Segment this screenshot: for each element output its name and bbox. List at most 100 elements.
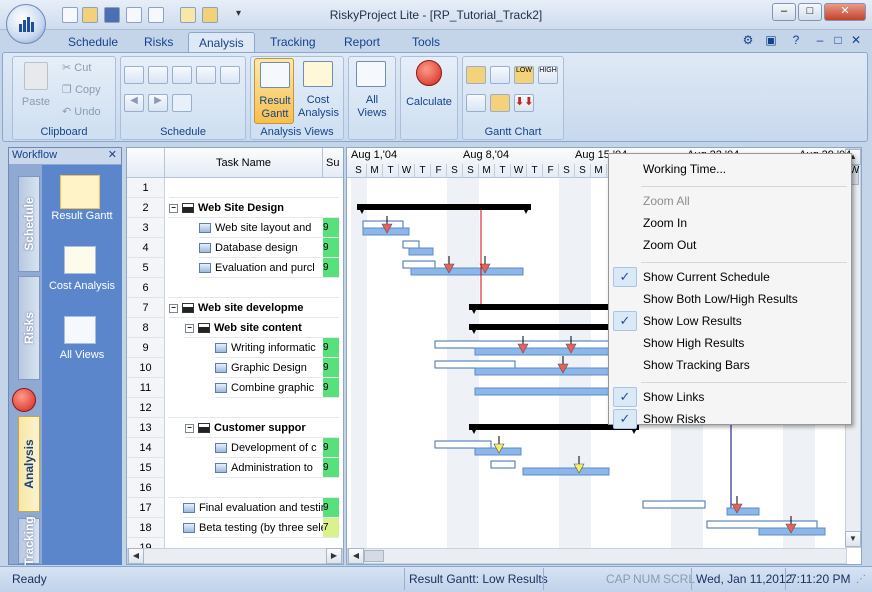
resize-grip-icon[interactable]: ⋰	[856, 574, 868, 586]
collapse-icon[interactable]: −	[185, 423, 194, 433]
task-name-cell[interactable]: Database design	[199, 238, 323, 258]
row-number[interactable]: 14	[127, 438, 165, 458]
row-number[interactable]: 8	[127, 318, 165, 338]
row-number[interactable]: 3	[127, 218, 165, 238]
task-name-header[interactable]: Task Name	[165, 148, 323, 178]
menu-item-show-tracking-bars[interactable]: Show Tracking Bars	[643, 358, 750, 372]
successor-cell[interactable]: 9	[323, 258, 339, 278]
row-number[interactable]: 4	[127, 238, 165, 258]
gantt-bars-icon[interactable]	[466, 66, 486, 84]
successor-cell[interactable]	[323, 298, 339, 318]
menu-item-zoom-in[interactable]: Zoom In	[643, 216, 687, 230]
task-name-cell[interactable]: Web site layout and	[199, 218, 323, 238]
grid-scroll-left[interactable]: ◀	[128, 548, 144, 564]
outdent-icon[interactable]	[148, 66, 168, 84]
undo-button[interactable]: ↶ Undo	[62, 105, 101, 119]
gantt-scroll-thumb[interactable]	[364, 550, 384, 562]
workflow-item-all-views[interactable]: All Views	[42, 349, 122, 362]
gantt-scroll-down[interactable]: ▼	[845, 531, 861, 547]
menu-item-show-low-results[interactable]: Show Low Results	[643, 314, 742, 328]
unlink-tasks-icon[interactable]	[196, 66, 216, 84]
task-name-cell[interactable]: Writing informatic	[215, 338, 323, 358]
successor-cell[interactable]	[323, 178, 339, 198]
workflow-cost-analysis-icon[interactable]	[64, 246, 96, 274]
task-name-cell[interactable]: Development of c	[215, 438, 323, 458]
successor-cell[interactable]: 7	[323, 518, 339, 538]
cost-analysis-button[interactable]: Cost Analysis	[298, 58, 339, 124]
minimize-button[interactable]: –	[772, 3, 796, 21]
task-info-icon[interactable]	[172, 94, 192, 112]
workflow-tab-schedule[interactable]: Schedule	[18, 176, 40, 272]
grid-hscrollbar[interactable]: ◀ ▶	[127, 548, 343, 564]
task-name-cell[interactable]: Combine graphic	[215, 378, 323, 398]
successor-cell[interactable]: 9	[323, 338, 339, 358]
menu-item-show-risks[interactable]: Show Risks	[643, 412, 706, 426]
successor-cell[interactable]: 9	[323, 498, 339, 518]
task-name-cell[interactable]	[169, 478, 323, 498]
row-number[interactable]: 11	[127, 378, 165, 398]
close-button[interactable]: ✕	[824, 3, 866, 21]
copy-button[interactable]: ❐ Copy	[62, 83, 101, 97]
tab-tracking[interactable]: Tracking	[260, 32, 326, 52]
doc-minimize-icon[interactable]: –	[812, 33, 828, 49]
row-number[interactable]: 13	[127, 418, 165, 438]
row-number[interactable]: 7	[127, 298, 165, 318]
successors-header[interactable]: Su	[323, 148, 343, 178]
task-name-cell[interactable]: − Web site developme	[169, 298, 323, 318]
task-name-cell[interactable]: Beta testing (by three sele	[183, 518, 323, 538]
task-name-cell[interactable]: Final evaluation and testing	[183, 498, 323, 518]
gantt-risks-icon[interactable]	[490, 66, 510, 84]
show-risks-icon[interactable]: ⬇⬇	[514, 94, 534, 112]
workflow-item-cost-analysis[interactable]: Cost Analysis	[42, 280, 122, 308]
tracking-bars-icon[interactable]	[466, 94, 486, 112]
options-icon[interactable]: ⚙	[740, 33, 756, 49]
indent-icon[interactable]	[124, 66, 144, 84]
calculate-button[interactable]: Calculate	[402, 58, 456, 124]
grid-scroll-right[interactable]: ▶	[326, 548, 342, 564]
row-number[interactable]: 16	[127, 478, 165, 498]
menu-item-show-high-results[interactable]: Show High Results	[643, 336, 744, 350]
row-number[interactable]: 17	[127, 498, 165, 518]
task-name-cell[interactable]: Graphic Design	[215, 358, 323, 378]
successor-cell[interactable]: 9	[323, 438, 339, 458]
doc-close-icon[interactable]: ✕	[848, 33, 864, 49]
task-name-cell[interactable]: Evaluation and purcl	[199, 258, 323, 278]
row-number[interactable]: 12	[127, 398, 165, 418]
task-name-cell[interactable]: Administration to	[215, 458, 323, 478]
help-icon[interactable]: ?	[788, 33, 804, 49]
successor-cell[interactable]: 9	[323, 378, 339, 398]
successor-cell[interactable]: 9	[323, 218, 339, 238]
row-number[interactable]: 10	[127, 358, 165, 378]
tab-tools[interactable]: Tools	[402, 32, 450, 52]
workflow-item-result-gantt[interactable]: Result Gantt	[42, 210, 122, 223]
show-links-icon[interactable]	[490, 94, 510, 112]
menu-item-working-time[interactable]: Working Time...	[643, 162, 726, 176]
workflow-all-views-icon[interactable]	[64, 316, 96, 344]
collapse-icon[interactable]: −	[169, 203, 178, 213]
successor-cell[interactable]: 9	[323, 358, 339, 378]
workflow-result-gantt-icon[interactable]	[60, 175, 100, 209]
row-number[interactable]: 1	[127, 178, 165, 198]
high-results-icon[interactable]: HIGH	[538, 66, 558, 84]
workflow-tab-tracking[interactable]: Tracking	[18, 516, 40, 566]
paste-button[interactable]: Paste	[20, 60, 52, 112]
tab-analysis[interactable]: Analysis	[188, 32, 255, 52]
task-name-cell[interactable]: − Customer suppor	[185, 418, 323, 438]
split-task-icon[interactable]	[220, 66, 240, 84]
cut-button[interactable]: ✂ Cut	[62, 61, 91, 75]
successor-cell[interactable]	[323, 478, 339, 498]
link-tasks-icon[interactable]	[172, 66, 192, 84]
gantt-hscrollbar[interactable]: ◀	[347, 548, 847, 564]
menu-item-zoom-out[interactable]: Zoom Out	[643, 238, 696, 252]
successor-cell[interactable]	[323, 318, 339, 338]
move-left-icon[interactable]: ◀	[124, 94, 144, 112]
row-number[interactable]: 2	[127, 198, 165, 218]
row-number[interactable]: 9	[127, 338, 165, 358]
tab-report[interactable]: Report	[334, 32, 390, 52]
successor-cell[interactable]	[323, 398, 339, 418]
low-results-icon[interactable]: LOW	[514, 66, 534, 84]
workflow-close-icon[interactable]: ✕	[108, 148, 117, 161]
task-name-cell[interactable]: − Web Site Design	[169, 198, 323, 218]
calculate-workflow-icon[interactable]	[12, 388, 36, 412]
tab-schedule[interactable]: Schedule	[58, 32, 128, 52]
